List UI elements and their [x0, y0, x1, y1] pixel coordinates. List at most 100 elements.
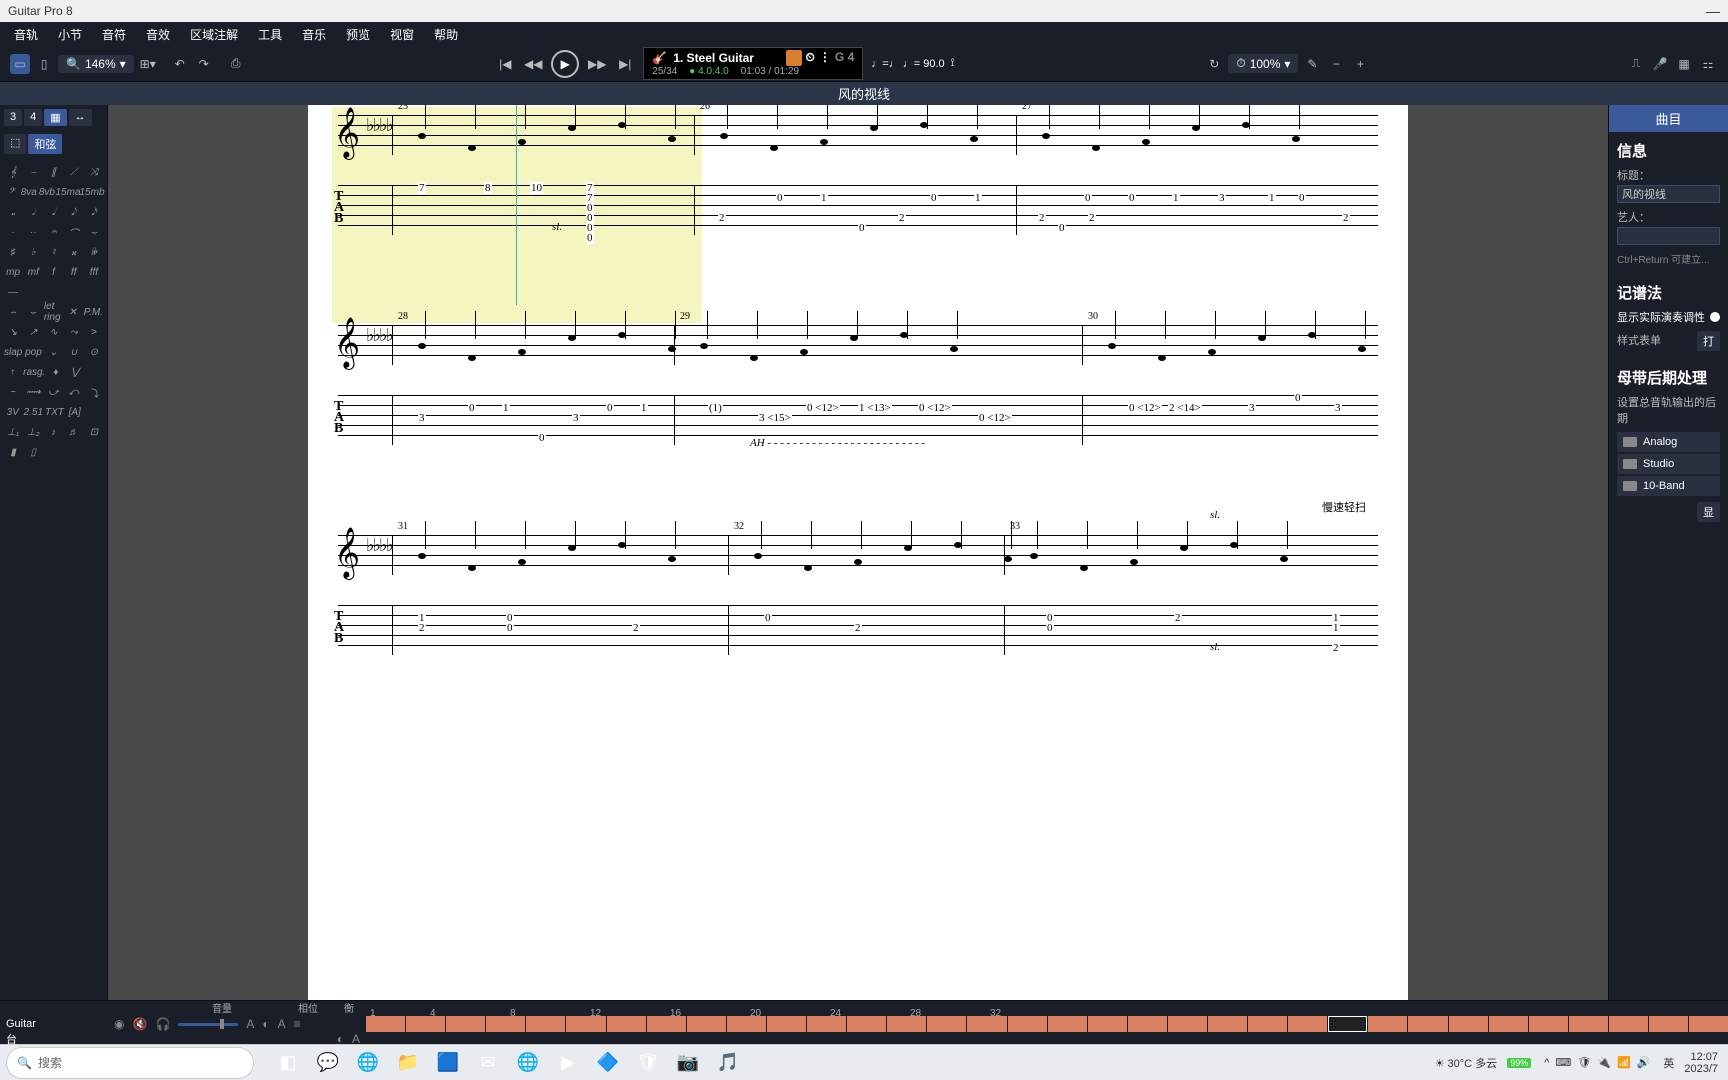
palette-symbol[interactable]: 𝄞 — [4, 162, 22, 182]
timeline-bar-segment[interactable] — [727, 1016, 766, 1032]
fret-number[interactable]: 2 — [1038, 212, 1046, 224]
preset-studio[interactable]: Studio — [1617, 454, 1720, 474]
note-head[interactable] — [750, 355, 758, 361]
staff-system[interactable]: 𝄞♭♭♭♭313233sl.sl.慢速轻扫TAB1200202002112 — [338, 535, 1378, 735]
score-viewport[interactable]: 𝄞♭♭♭♭252627sl.sl.TAB78107700000101001310… — [108, 105, 1608, 1000]
fret-number[interactable]: 3 — [1248, 402, 1256, 414]
fret-number[interactable]: 0 — [538, 432, 546, 444]
speed-dropdown-icon[interactable]: ▾ — [1284, 57, 1290, 71]
stylesheet-button[interactable]: 打 — [1697, 331, 1720, 351]
note-head[interactable] — [1092, 145, 1100, 151]
palette-subtab[interactable]: ⬚ — [4, 134, 26, 154]
layout-button[interactable]: ⊞▾ — [138, 54, 158, 74]
view-page-button[interactable]: ▭ — [10, 54, 30, 74]
fret-number[interactable]: 1 — [640, 402, 648, 414]
timeline-bar-segment[interactable] — [967, 1016, 1006, 1032]
track-visible-icon[interactable]: ◉ — [114, 1017, 124, 1031]
fret-number[interactable]: 0 — [586, 232, 594, 244]
collapse-label[interactable]: 台 — [6, 1031, 106, 1047]
tray-icon[interactable]: ⌨ — [1555, 1057, 1571, 1069]
fret-number[interactable]: 3 — [1218, 192, 1226, 204]
timeline-bar-segment[interactable] — [1288, 1016, 1327, 1032]
panel-d-button[interactable]: ⚏ — [1698, 54, 1718, 74]
note-head[interactable] — [418, 553, 426, 559]
note-head[interactable] — [418, 343, 426, 349]
palette-symbol[interactable]: 𝄪 — [65, 242, 83, 262]
palette-symbol[interactable]: ▮ — [4, 442, 22, 462]
palette-symbol[interactable]: 𝄢 — [4, 182, 19, 202]
note-head[interactable] — [804, 565, 812, 571]
palette-symbol[interactable]: — — [4, 282, 22, 302]
fret-number[interactable]: 3 — [1334, 402, 1342, 414]
timeline-bar-segment[interactable] — [687, 1016, 726, 1032]
automation-a2[interactable]: A — [278, 1017, 286, 1031]
rewind-button[interactable]: ◀◀ — [523, 54, 543, 74]
menu-view[interactable]: 视窗 — [380, 24, 424, 45]
timeline-bar-segment[interactable] — [406, 1016, 445, 1032]
fast-forward-button[interactable]: ▶▶ — [587, 54, 607, 74]
palette-symbol[interactable]: ✕ — [64, 302, 82, 322]
note-head[interactable] — [518, 139, 526, 145]
fret-number[interactable]: 2 — [1088, 212, 1096, 224]
play-pause-button[interactable]: ▶ — [551, 50, 579, 78]
tray-icon[interactable]: 📶 — [1617, 1057, 1631, 1069]
palette-symbol[interactable]: ⌄ — [45, 342, 63, 362]
palette-symbol[interactable] — [85, 442, 103, 462]
fret-number[interactable]: 8 — [484, 182, 492, 194]
timeline-bar-segment[interactable] — [887, 1016, 926, 1032]
menu-section[interactable]: 区域注解 — [180, 24, 248, 45]
note-head[interactable] — [1108, 343, 1116, 349]
palette-symbol[interactable]: [A] — [66, 402, 84, 422]
palette-symbol[interactable]: ♮ — [44, 242, 62, 262]
palette-symbol[interactable] — [85, 402, 103, 422]
timeline-bar-segment[interactable] — [1408, 1016, 1447, 1032]
palette-symbol[interactable] — [24, 282, 42, 302]
timeline-bar-segment[interactable] — [1689, 1016, 1728, 1032]
note-head[interactable] — [970, 136, 978, 142]
timeline-bar-segment[interactable] — [767, 1016, 806, 1032]
fret-number[interactable]: 0 <12> — [978, 412, 1012, 424]
fret-number[interactable]: 0 — [930, 192, 938, 204]
note-head[interactable] — [518, 559, 526, 565]
palette-symbol[interactable]: ↑ — [4, 362, 21, 382]
menu-bar-item[interactable]: 小节 — [48, 24, 92, 45]
timeline-bar-segment[interactable] — [1128, 1016, 1167, 1032]
palette-symbol[interactable]: ⤻ — [44, 382, 62, 402]
fret-number[interactable]: 2 — [898, 212, 906, 224]
fret-number[interactable]: 0 — [506, 622, 514, 634]
fret-number[interactable]: 2 — [1174, 612, 1182, 624]
note-head[interactable] — [668, 556, 676, 562]
palette-symbol[interactable]: ♪ — [44, 422, 62, 442]
palette-symbol[interactable]: ⤳ — [65, 322, 83, 342]
palette-symbol[interactable]: fff — [85, 262, 103, 282]
taskbar-app-icon[interactable]: 🛡 — [630, 1047, 666, 1079]
palette-symbol[interactable]: ∥ — [44, 162, 62, 182]
battery-badge[interactable]: 99% — [1507, 1058, 1531, 1068]
palette-symbol[interactable]: f — [44, 262, 62, 282]
palette-symbol[interactable]: ⤨ — [85, 162, 103, 182]
timeline-bar-segment[interactable] — [1569, 1016, 1608, 1032]
staff-system[interactable]: 𝄞♭♭♭♭252627sl.sl.TAB78107700000101001310… — [338, 115, 1378, 315]
timeline-bar-segment[interactable] — [647, 1016, 686, 1032]
note-head[interactable] — [950, 346, 958, 352]
fret-number[interactable]: 1 — [1332, 622, 1340, 634]
palette-symbol[interactable]: ff — [65, 262, 83, 282]
palette-symbol[interactable]: 𝅘𝅥𝅮 — [65, 202, 83, 222]
track-label[interactable]: Guitar — [6, 1018, 106, 1030]
fret-number[interactable]: 0 — [1128, 192, 1136, 204]
note-head[interactable] — [1130, 559, 1138, 565]
pan-knob-icon[interactable]: ◐ — [262, 1017, 269, 1031]
palette-symbol[interactable] — [86, 362, 103, 382]
note-head[interactable] — [1158, 355, 1166, 361]
palette-symbol[interactable]: 2.51 — [24, 402, 43, 422]
title-field[interactable] — [1617, 185, 1720, 203]
note-head[interactable] — [754, 553, 762, 559]
fret-number[interactable]: 1 <13> — [858, 402, 892, 414]
fret-number[interactable]: 1 — [1172, 192, 1180, 204]
palette-symbol[interactable]: ⎯ — [24, 162, 42, 182]
fret-number[interactable]: 0 — [858, 222, 866, 234]
timeline-bar-segment[interactable] — [1529, 1016, 1568, 1032]
menu-help[interactable]: 帮助 — [424, 24, 468, 45]
automation-a[interactable]: A — [246, 1017, 254, 1031]
timeline-bar-segment[interactable] — [1048, 1016, 1087, 1032]
